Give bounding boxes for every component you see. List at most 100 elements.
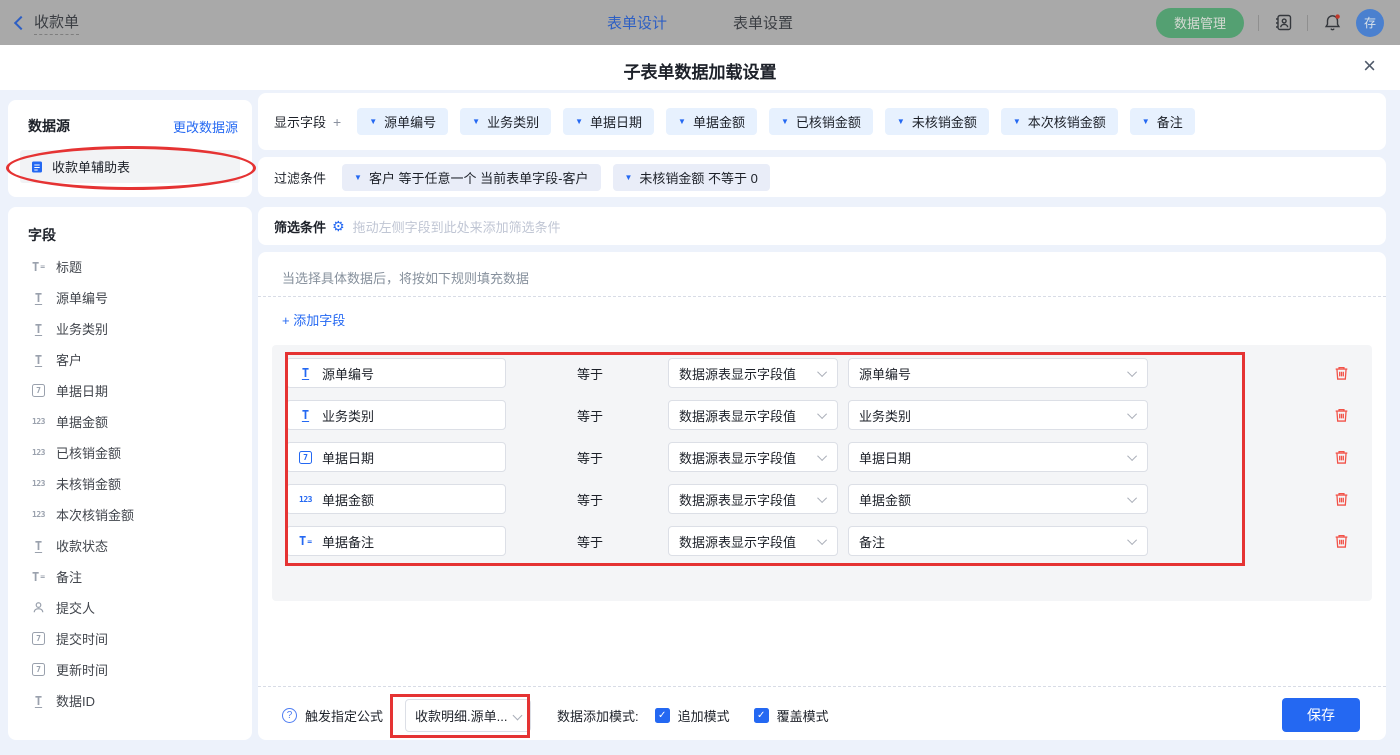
select-value: 源单编号 bbox=[859, 364, 911, 383]
source-field-select[interactable]: 单据日期 bbox=[848, 442, 1148, 472]
display-field-tag[interactable]: ▼未核销金额 bbox=[885, 108, 989, 135]
field-item-label: 本次核销金额 bbox=[56, 505, 134, 524]
field-item[interactable]: 7单据日期 bbox=[8, 375, 252, 406]
tag-label: 本次核销金额 bbox=[1028, 112, 1106, 131]
source-type-select[interactable]: 数据源表显示字段值 bbox=[668, 358, 838, 388]
rule-operator: 等于 bbox=[577, 448, 668, 467]
trash-icon[interactable] bbox=[1333, 448, 1350, 466]
source-type-select[interactable]: 数据源表显示字段值 bbox=[668, 484, 838, 514]
overwrite-mode-checkbox[interactable]: ✓ 覆盖模式 bbox=[754, 706, 829, 725]
datasource-item-label: 收款单辅助表 bbox=[52, 157, 130, 176]
rule-operator: 等于 bbox=[577, 490, 668, 509]
rule-field[interactable]: T业务类别 bbox=[286, 400, 506, 430]
trash-icon[interactable] bbox=[1333, 364, 1350, 382]
text-field-icon: T bbox=[30, 539, 47, 553]
modal-header: 子表单数据加载设置 × bbox=[0, 45, 1400, 90]
tag-label: 业务类别 bbox=[487, 112, 539, 131]
trash-icon[interactable] bbox=[1333, 490, 1350, 508]
chevron-down-icon bbox=[513, 710, 523, 720]
user-field-icon bbox=[30, 601, 47, 614]
tab-form-settings[interactable]: 表单设置 bbox=[733, 12, 793, 33]
field-item[interactable]: 123单据金额 bbox=[8, 406, 252, 437]
textarea-field-icon: T bbox=[30, 260, 47, 274]
contacts-book-icon[interactable] bbox=[1273, 13, 1293, 33]
date-field-icon: 7 bbox=[32, 663, 45, 676]
filter-tag[interactable]: ▼未核销金额 不等于 0 bbox=[613, 164, 770, 191]
source-type-select[interactable]: 数据源表显示字段值 bbox=[668, 526, 838, 556]
notification-bell-icon[interactable] bbox=[1322, 13, 1342, 33]
save-button[interactable]: 保存 bbox=[1282, 698, 1360, 732]
source-field-select[interactable]: 源单编号 bbox=[848, 358, 1148, 388]
chevron-down-icon bbox=[817, 535, 827, 545]
date-field-icon: 7 bbox=[32, 632, 45, 645]
append-mode-checkbox[interactable]: ✓ 追加模式 bbox=[655, 706, 730, 725]
field-item[interactable]: T客户 bbox=[8, 344, 252, 375]
change-datasource-link[interactable]: 更改数据源 bbox=[173, 117, 238, 136]
divider bbox=[258, 686, 1386, 687]
source-field-select[interactable]: 业务类别 bbox=[848, 400, 1148, 430]
formula-select-value: 收款明细.源单... bbox=[415, 706, 507, 725]
rule-field[interactable]: T单据备注 bbox=[286, 526, 506, 556]
source-type-select[interactable]: 数据源表显示字段值 bbox=[668, 442, 838, 472]
select-value: 数据源表显示字段值 bbox=[679, 364, 796, 383]
add-display-field-button[interactable]: + bbox=[333, 114, 341, 130]
tab-form-design[interactable]: 表单设计 bbox=[607, 12, 667, 33]
field-item[interactable]: 提交人 bbox=[8, 592, 252, 623]
help-icon[interactable]: ? bbox=[282, 708, 297, 723]
formula-select[interactable]: 收款明细.源单... bbox=[405, 699, 531, 732]
add-rule-field-link[interactable]: + 添加字段 bbox=[282, 310, 345, 329]
display-field-tag[interactable]: ▼单据日期 bbox=[563, 108, 654, 135]
rule-row: T源单编号 等于 数据源表显示字段值 源单编号 bbox=[286, 358, 1358, 388]
field-item[interactable]: 7提交时间 bbox=[8, 623, 252, 654]
datasource-item[interactable]: 收款单辅助表 bbox=[20, 150, 240, 183]
rule-field[interactable]: 123单据金额 bbox=[286, 484, 506, 514]
filter-tag[interactable]: ▼客户 等于任意一个 当前表单字段-客户 bbox=[342, 164, 600, 191]
tag-label: 已核销金额 bbox=[796, 112, 861, 131]
field-item-label: 客户 bbox=[56, 350, 82, 369]
sift-label: 筛选条件 bbox=[274, 217, 326, 236]
trash-icon[interactable] bbox=[1333, 532, 1350, 550]
checkbox-checked-icon: ✓ bbox=[754, 708, 769, 723]
field-item[interactable]: T数据ID bbox=[8, 685, 252, 716]
caret-down-icon: ▼ bbox=[369, 117, 377, 126]
rule-field-label: 业务类别 bbox=[322, 406, 374, 425]
rule-field[interactable]: 7单据日期 bbox=[286, 442, 506, 472]
tag-label: 单据金额 bbox=[693, 112, 745, 131]
field-item[interactable]: T业务类别 bbox=[8, 313, 252, 344]
rule-field-label: 单据备注 bbox=[322, 532, 374, 551]
field-item-label: 收款状态 bbox=[56, 536, 108, 555]
display-field-tag[interactable]: ▼单据金额 bbox=[666, 108, 757, 135]
display-field-tag[interactable]: ▼备注 bbox=[1130, 108, 1195, 135]
source-field-select[interactable]: 备注 bbox=[848, 526, 1148, 556]
data-mode-label: 数据添加模式: bbox=[557, 706, 639, 725]
caret-down-icon: ▼ bbox=[781, 117, 789, 126]
rule-field[interactable]: T源单编号 bbox=[286, 358, 506, 388]
source-field-select[interactable]: 单据金额 bbox=[848, 484, 1148, 514]
field-item[interactable]: 123本次核销金额 bbox=[8, 499, 252, 530]
field-item[interactable]: 123未核销金额 bbox=[8, 468, 252, 499]
field-item[interactable]: T备注 bbox=[8, 561, 252, 592]
close-icon[interactable]: × bbox=[1363, 55, 1376, 77]
display-field-tag[interactable]: ▼ 已核销金额 bbox=[769, 108, 873, 135]
sift-conditions-row: 筛选条件 ⚙ 拖动左侧字段到此处来添加筛选条件 bbox=[258, 207, 1386, 245]
rule-row: T业务类别 等于 数据源表显示字段值 业务类别 bbox=[286, 400, 1358, 430]
app-header: 收款单 表单设计 表单设置 数据管理 bbox=[0, 0, 1400, 45]
chevron-down-icon bbox=[817, 493, 827, 503]
gear-icon[interactable]: ⚙ bbox=[332, 218, 345, 235]
field-item-label: 已核销金额 bbox=[56, 443, 121, 462]
field-item[interactable]: T源单编号 bbox=[8, 282, 252, 313]
display-field-tag[interactable]: ▼业务类别 bbox=[460, 108, 551, 135]
display-field-tag[interactable]: ▼本次核销金额 bbox=[1001, 108, 1118, 135]
field-item[interactable]: T标题 bbox=[8, 251, 252, 282]
source-type-select[interactable]: 数据源表显示字段值 bbox=[668, 400, 838, 430]
rule-operator: 等于 bbox=[577, 364, 668, 383]
field-item[interactable]: 7更新时间 bbox=[8, 654, 252, 685]
field-item[interactable]: 123已核销金额 bbox=[8, 437, 252, 468]
trash-icon[interactable] bbox=[1333, 406, 1350, 424]
textarea-field-icon: T bbox=[30, 570, 47, 584]
field-item[interactable]: T 收款状态 bbox=[8, 530, 252, 561]
display-field-tag[interactable]: ▼源单编号 bbox=[357, 108, 448, 135]
field-item-label: 单据金额 bbox=[56, 412, 108, 431]
rule-operator: 等于 bbox=[577, 406, 668, 425]
fields-panel: 字段 T标题 T源单编号 T业务类别 T客户 7单据日期 123单据金额 123… bbox=[8, 207, 252, 740]
